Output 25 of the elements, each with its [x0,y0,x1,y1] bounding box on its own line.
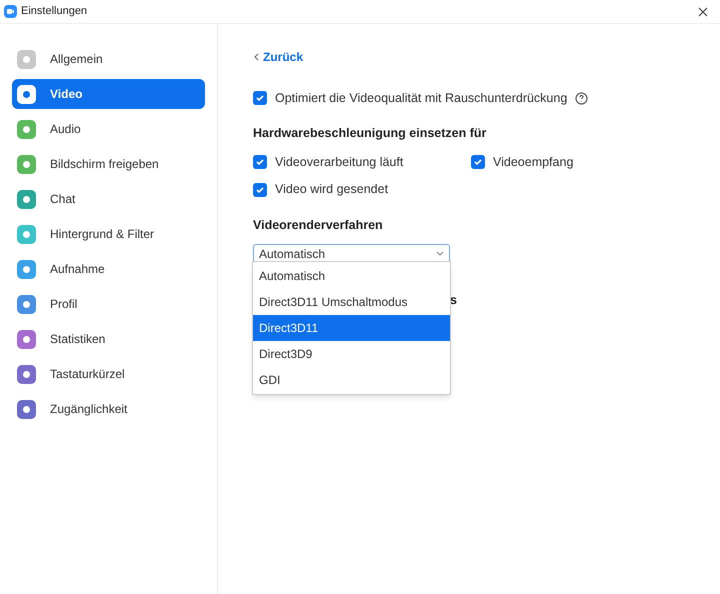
sidebar-item[interactable]: Aufnahme [12,254,205,284]
dropdown-option[interactable]: Direct3D9 [253,341,450,367]
section-heading: Hardwarebeschleunigung einsetzen für [253,124,488,142]
dropdown-option[interactable]: Automatisch [253,263,450,289]
sidebar-item[interactable]: Bildschirm freigeben [12,149,205,179]
sidebar-item[interactable]: Chat [12,184,205,214]
section-heading: s [450,292,458,309]
section-heading: Videorenderverfahren [253,217,384,234]
sidebar-item[interactable]: Zugänglichkeit [12,394,205,424]
checkbox-label: Video wird gesendet [275,181,388,198]
sidebar-item[interactable]: Profil [12,289,205,319]
sidebar-item[interactable]: Allgemein [12,44,205,74]
sidebar-item[interactable]: Audio [12,114,205,144]
checkbox-label: Videoempfang [493,154,574,171]
sidebar-item[interactable]: Statistiken [12,324,205,354]
dropdown-option[interactable]: Direct3D11 [253,315,450,341]
dropdown-option[interactable]: GDI [253,367,450,393]
checkbox-label: Optimiert die Videoqualität mit Rauschunterdrückung [275,90,568,107]
sidebar-item[interactable]: Tastaturkürzel [12,359,205,389]
sidebar-item[interactable]: Video [12,79,205,109]
dropdown-option[interactable]: Direct3D11 Umschaltmodus [253,289,450,315]
sidebar-item[interactable]: Hintergrund & Filter [12,219,205,249]
window-title: Einstellungen [21,4,88,20]
checkbox-label: Videoverarbeitung läuft [275,154,404,171]
back-link[interactable]: Zurück [253,48,720,66]
